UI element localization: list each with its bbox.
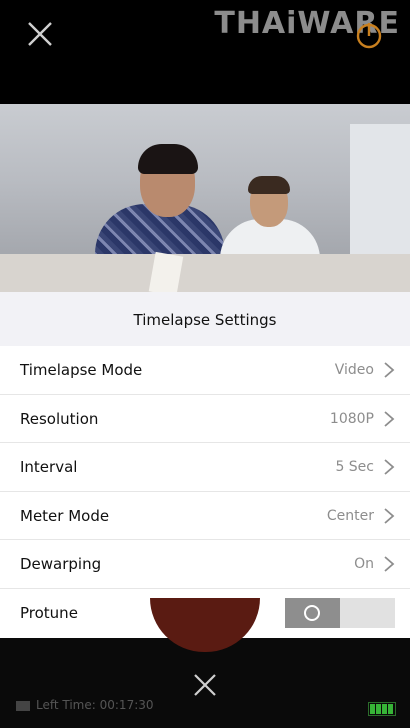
chevron-right-icon <box>384 459 395 475</box>
setting-label: Interval <box>20 458 78 477</box>
close-icon[interactable] <box>26 20 54 48</box>
chevron-right-icon <box>384 362 395 378</box>
setting-label: Resolution <box>20 409 99 428</box>
sheet-title: Timelapse Settings <box>0 292 410 346</box>
setting-value: 5 Sec <box>335 459 374 476</box>
toggle-off-icon <box>304 604 320 621</box>
power-icon[interactable] <box>354 20 384 50</box>
setting-label: Timelapse Mode <box>20 361 143 379</box>
setting-row-meter-mode[interactable]: Meter Mode Center <box>0 492 410 541</box>
preview-paper <box>148 251 184 292</box>
setting-row-dewarping[interactable]: Dewarping On <box>0 540 410 589</box>
setting-value: Video <box>334 362 374 378</box>
preview-person-hair <box>138 144 198 174</box>
protune-toggle[interactable] <box>285 597 395 628</box>
chevron-right-icon <box>384 410 395 427</box>
camera-icon <box>16 700 30 711</box>
chevron-right-icon <box>384 508 395 524</box>
toggle-knob <box>285 597 340 628</box>
close-icon[interactable] <box>192 672 218 698</box>
battery-icon <box>368 702 396 716</box>
shutter-button[interactable] <box>150 598 260 652</box>
timelapse-settings-sheet: Timelapse Settings Timelapse Mode Video … <box>0 292 410 638</box>
setting-row-resolution[interactable]: Resolution 1080P <box>0 395 410 444</box>
setting-value: Center <box>326 507 374 524</box>
preview-person-hair <box>248 176 290 194</box>
setting-row-interval[interactable]: Interval 5 Sec <box>0 443 410 492</box>
setting-value: On <box>354 556 374 573</box>
setting-label: Protune <box>20 603 78 622</box>
preview-table <box>0 254 410 292</box>
setting-label: Meter Mode <box>20 506 110 525</box>
bottom-bar: Left Time: 00:17:30 <box>0 598 410 728</box>
setting-row-timelapse-mode[interactable]: Timelapse Mode Video <box>0 346 410 395</box>
left-time-status: Left Time: 00:17:30 <box>16 698 154 712</box>
camera-preview <box>0 104 410 292</box>
setting-label: Dewarping <box>20 555 102 574</box>
chevron-right-icon <box>384 556 395 573</box>
top-bar: THAiWARE <box>0 0 410 104</box>
left-time-text: Left Time: 00:17:30 <box>36 698 154 712</box>
setting-value: 1080P <box>329 410 374 427</box>
